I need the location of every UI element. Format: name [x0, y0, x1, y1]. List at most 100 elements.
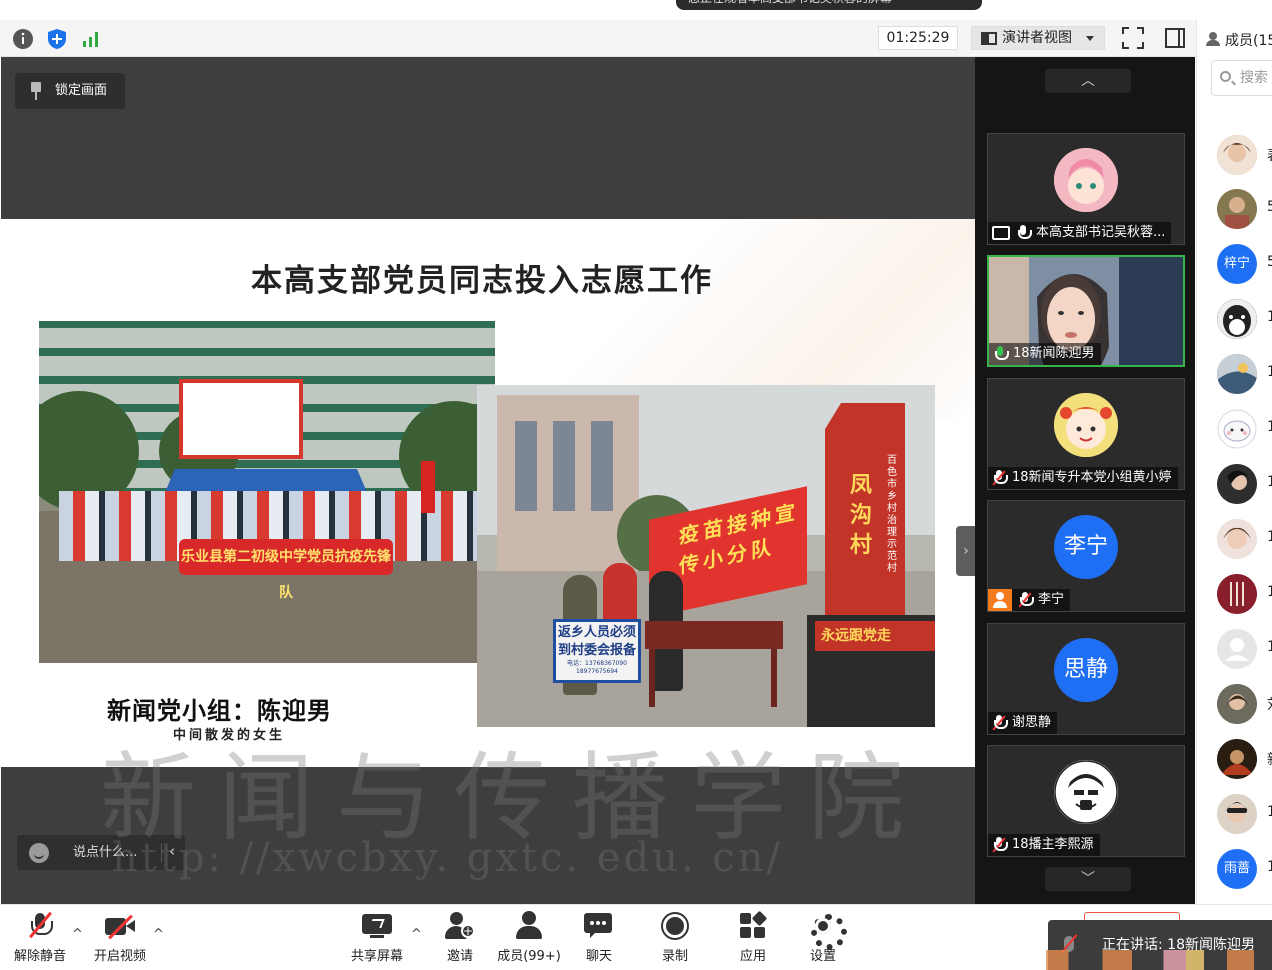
gallery-scroll-down-icon[interactable]: ﹀ [1045, 867, 1131, 891]
presentation-slide: 本高支部党员同志投入志愿工作 乐业县第二初级中学党员抗疫先锋队 凤沟村 百色市乡… [1, 219, 975, 767]
video-tile-active-speaker[interactable]: 18新闻陈迎男 [987, 255, 1185, 367]
participant-row[interactable]: 5 [1217, 189, 1272, 229]
participant-row[interactable]: 1 [1217, 409, 1272, 449]
add-person-icon: + [445, 911, 475, 941]
avatar [1217, 684, 1257, 724]
participant-row[interactable]: 1 [1217, 794, 1272, 834]
emoji-icon[interactable] [29, 843, 49, 863]
participant-row[interactable]: 1 [1217, 574, 1272, 614]
anime-avatar [1054, 148, 1118, 212]
settings-button[interactable]: 设置 [802, 911, 847, 965]
video-gallery: ︿ 本高支部书记吴秋蓉... 18新闻陈迎男 18新闻专升本党小组黄小婷 李宁 … [975, 57, 1195, 904]
audio-options-caret[interactable]: ^ [72, 927, 83, 942]
microphone-icon [1016, 225, 1032, 241]
vaccination-promo-photo: 凤沟村 百色市乡村治理示范村 疫苗接种宣传小分队 永远跟党走 返乡人员必须到村委… [477, 385, 935, 727]
record-button[interactable]: 录制 [654, 911, 696, 965]
speaker-view-icon [981, 32, 997, 45]
screen-share-toast: 您正在观看本高支部书记吴秋蓉的屏幕 [676, 0, 982, 10]
top-toolbar: 01:25:29 演讲者视图 [0, 20, 1196, 57]
video-tile[interactable]: 本高支部书记吴秋蓉... [987, 133, 1185, 245]
share-screen-icon [362, 911, 392, 941]
avatar [1217, 189, 1257, 229]
gear-icon [808, 911, 847, 950]
participant-search-input[interactable]: 搜索 [1211, 60, 1272, 96]
avatar [1217, 135, 1257, 175]
view-mode-label: 演讲者视图 [1002, 30, 1072, 46]
chevron-down-icon [1086, 36, 1094, 41]
participant-row[interactable]: 1 [1217, 464, 1272, 504]
slide-title: 本高支部党员同志投入志愿工作 [251, 263, 713, 299]
participant-row[interactable]: 1 [1217, 299, 1272, 339]
video-tile[interactable]: 李宁 李宁 [987, 500, 1185, 612]
avatar: 梓宁 [1217, 244, 1257, 284]
unmute-button[interactable]: 解除静音 [10, 911, 70, 965]
meeting-window: 您正在观看本高支部书记吴秋蓉的屏幕 01:25:29 演讲者视图 锁定画面 [0, 0, 1272, 970]
participant-row[interactable]: 1 [1217, 629, 1272, 669]
record-icon [660, 911, 690, 941]
sticker-decoration [1046, 950, 1272, 970]
apps-button[interactable]: 应用 [732, 910, 774, 965]
photo2-monument-small: 百色市乡村治理示范村 [887, 455, 897, 574]
view-mode-dropdown[interactable]: 演讲者视图 [971, 26, 1105, 50]
microphone-muted-icon [992, 715, 1008, 731]
participants-title: 成员(15 [1205, 30, 1272, 50]
tile-name: 18新闻陈迎男 [1013, 346, 1095, 361]
participant-row[interactable]: 梓宁 5 [1217, 244, 1272, 284]
tile-name: 本高支部书记吴秋蓉... [1036, 225, 1166, 240]
microphone-active-icon [993, 346, 1009, 362]
avatar [1217, 739, 1257, 779]
volunteer-group-photo: 乐业县第二初级中学党员抗疫先锋队 [39, 321, 495, 663]
signal-strength-icon[interactable] [80, 28, 102, 50]
video-options-caret[interactable]: ^ [153, 927, 164, 942]
cartoon-avatar [1054, 393, 1118, 457]
avatar [1217, 354, 1257, 394]
lock-view-button[interactable]: 锁定画面 [15, 73, 125, 109]
video-tile[interactable]: 18新闻专升本党小组黄小婷 [987, 378, 1185, 490]
tile-name: 李宁 [1038, 592, 1065, 607]
members-icon [514, 911, 544, 941]
avatar [1217, 409, 1257, 449]
participant-row[interactable]: 表 [1217, 135, 1272, 175]
avatar [1217, 794, 1257, 834]
participant-row[interactable]: 刘 [1217, 684, 1272, 724]
avatar [1217, 574, 1257, 614]
video-tile[interactable]: 思静 谢思静 [987, 623, 1185, 735]
chat-icon [584, 911, 614, 941]
avatar [1217, 519, 1257, 559]
search-placeholder: 搜索 [1240, 70, 1268, 86]
apps-icon [738, 910, 768, 941]
fullscreen-icon[interactable] [1122, 27, 1144, 49]
sidebar-toggle-icon[interactable] [1165, 28, 1185, 48]
tile-name: 谢思静 [1012, 715, 1052, 730]
security-shield-icon[interactable] [46, 28, 68, 50]
screen-share-icon [992, 226, 1010, 240]
photo1-banner: 乐业县第二初级中学党员抗疫先锋队 [179, 539, 393, 601]
start-video-button[interactable]: 开启视频 [90, 911, 150, 965]
info-icon[interactable] [12, 28, 34, 50]
participant-row[interactable]: 雨蔷 1 [1217, 849, 1272, 889]
chat-button[interactable]: 聊天 [578, 911, 620, 965]
participant-row[interactable]: 新 [1217, 739, 1272, 779]
avatar [1217, 464, 1257, 504]
lock-view-label: 锁定画面 [55, 83, 108, 98]
search-icon [1220, 71, 1231, 82]
microphone-muted-icon [25, 911, 55, 941]
members-button[interactable]: 成员(99+) [496, 911, 562, 965]
share-options-caret[interactable]: ^ [411, 927, 422, 942]
participants-panel: 成员(15 搜索 表 5 梓宁5 1 1 1 1 1 1 1 刘 新 1 雨蔷1 [1196, 20, 1272, 904]
video-off-icon [105, 911, 135, 941]
end-meeting-button-edge[interactable] [1084, 912, 1180, 920]
video-tile[interactable]: 18播主李熙源 [987, 745, 1185, 857]
avatar [1217, 629, 1257, 669]
photo2-slogan: 永远跟党走 [815, 621, 935, 651]
gallery-scroll-up-icon[interactable]: ︿ [1045, 69, 1131, 93]
share-screen-button[interactable]: 共享屏幕 [346, 911, 408, 965]
avatar [1217, 299, 1257, 339]
initials-avatar: 李宁 [1054, 515, 1118, 579]
microphone-muted-icon [992, 837, 1008, 853]
gallery-collapse-handle[interactable]: › [956, 526, 976, 576]
participant-row[interactable]: 1 [1217, 354, 1272, 394]
participant-row[interactable]: 1 [1217, 519, 1272, 559]
invite-button[interactable]: + 邀请 [438, 911, 482, 965]
microphone-muted-icon [1018, 592, 1034, 608]
